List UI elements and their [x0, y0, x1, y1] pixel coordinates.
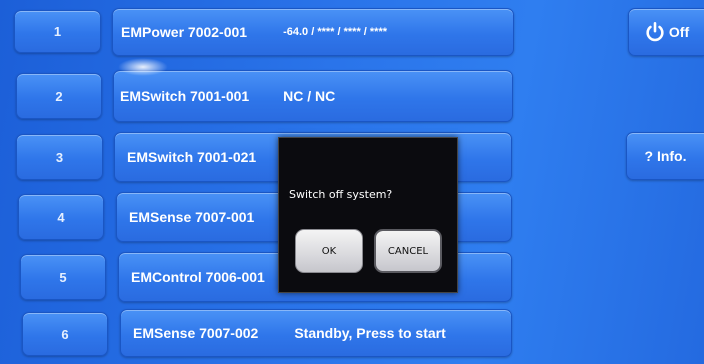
device-row-button-6[interactable]: EMSense 7007-002 Standby, Press to start — [120, 309, 512, 357]
device-row-button-1[interactable]: EMPower 7002-001 -64.0 / **** / **** / *… — [112, 8, 514, 56]
cancel-button[interactable]: CANCEL — [374, 229, 442, 273]
device-name: EMSwitch 7001-001 — [120, 88, 250, 104]
device-value: -64.0 / **** / **** / **** — [283, 26, 388, 38]
dialog-message: Switch off system? — [289, 188, 393, 201]
ok-button[interactable]: OK — [295, 229, 363, 273]
power-icon — [644, 21, 666, 43]
row-number-button-5[interactable]: 5 — [20, 254, 106, 300]
cancel-button-label: CANCEL — [387, 245, 429, 257]
screen-glare — [118, 58, 168, 76]
row-number-button-4[interactable]: 4 — [18, 194, 104, 240]
device-control-screen: 1 EMPower 7002-001 -64.0 / **** / **** /… — [0, 0, 704, 364]
device-value: NC / NC — [283, 88, 336, 104]
row-number-label: 4 — [57, 209, 65, 225]
row-number-label: 2 — [55, 88, 63, 104]
row-number-button-1[interactable]: 1 — [14, 10, 101, 53]
row-number-button-6[interactable]: 6 — [22, 312, 108, 356]
row-number-label: 5 — [59, 269, 67, 285]
device-name: EMPower 7002-001 — [121, 24, 248, 40]
device-name: EMSense 7007-002 — [133, 325, 259, 341]
device-name: EMSense 7007-001 — [129, 209, 255, 225]
power-off-button[interactable]: Off — [628, 8, 704, 56]
row-number-button-3[interactable]: 3 — [16, 134, 103, 180]
device-value: Standby, Press to start — [294, 325, 446, 341]
device-name: EMControl 7006-001 — [131, 269, 265, 285]
row-number-label: 6 — [61, 326, 69, 342]
info-button[interactable]: ? Info. — [626, 132, 704, 180]
device-name: EMSwitch 7001-021 — [127, 149, 257, 165]
power-off-label: Off — [668, 24, 690, 40]
row-number-label: 3 — [55, 149, 64, 165]
ok-button-label: OK — [321, 245, 337, 257]
info-label: ? Info. — [644, 148, 687, 164]
confirm-dialog: Switch off system? OK CANCEL — [278, 137, 458, 293]
row-number-label: 1 — [53, 24, 62, 39]
row-number-button-2[interactable]: 2 — [16, 73, 102, 119]
device-row-button-2[interactable]: EMSwitch 7001-001 NC / NC — [113, 70, 513, 122]
